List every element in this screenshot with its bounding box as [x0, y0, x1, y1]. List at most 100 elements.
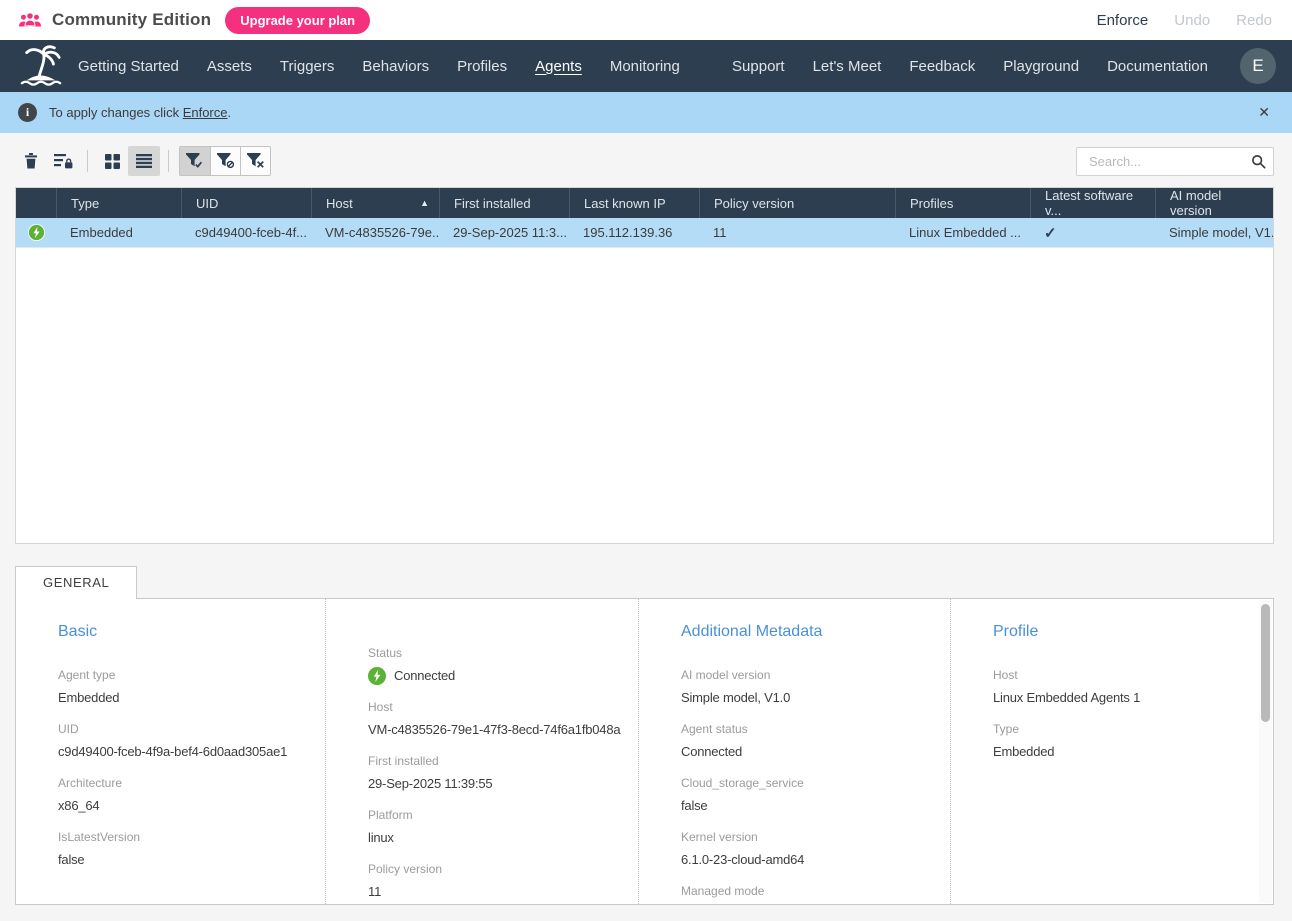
nav-item-lets-meet[interactable]: Let's Meet [813, 58, 882, 75]
field-value-profile-type: Embedded [993, 742, 1273, 761]
details-section-status: Status Connected HostVM-c4835526-79e1-47… [326, 599, 639, 904]
cell-profiles: Linux Embedded ... [895, 218, 1030, 247]
panel-scrollbar-thumb[interactable] [1261, 604, 1270, 722]
nav-item-getting-started[interactable]: Getting Started [78, 58, 179, 75]
upgrade-plan-button[interactable]: Upgrade your plan [225, 7, 370, 34]
field-value-uid: c9d49400-fceb-4f9a-bef4-6d0aad305ae1 [58, 742, 325, 761]
field-value-ai-model-version: Simple model, V1.0 [681, 688, 950, 707]
nav-item-assets[interactable]: Assets [207, 58, 252, 75]
banner-text-before: To apply changes click [49, 105, 183, 120]
trash-icon [24, 153, 38, 169]
nav-item-profiles[interactable]: Profiles [457, 58, 507, 75]
search-input[interactable] [1076, 147, 1274, 176]
edition-label: Community Edition [52, 10, 211, 30]
nav-item-behaviors[interactable]: Behaviors [362, 58, 429, 75]
funnel-check-icon [186, 153, 204, 169]
column-header-host[interactable]: Host ▲ [311, 188, 439, 218]
latest-software-check-icon: ✓ [1044, 224, 1057, 242]
field-label-architecture: Architecture [58, 775, 325, 791]
nav-item-agents[interactable]: Agents [535, 58, 582, 75]
nav-item-monitoring[interactable]: Monitoring [610, 58, 680, 75]
list-lock-icon [54, 153, 73, 169]
delete-button[interactable] [15, 146, 47, 176]
enforce-button[interactable]: Enforce [1097, 12, 1149, 29]
cell-last-known-ip: 195.112.139.36 [569, 218, 699, 247]
field-value-host: VM-c4835526-79e1-47f3-8ecd-74f6a1fb048a [368, 720, 638, 739]
sort-asc-icon: ▲ [420, 198, 429, 208]
cell-policy-version: 11 [699, 218, 895, 247]
nav-item-documentation[interactable]: Documentation [1107, 58, 1208, 75]
banner-enforce-link[interactable]: Enforce [183, 105, 228, 120]
banner-text-after: . [228, 105, 232, 120]
info-banner: i To apply changes click Enforce. ✕ [0, 92, 1292, 133]
toolbar-divider [87, 150, 88, 172]
field-label-profile-type: Type [993, 721, 1273, 737]
column-header-type[interactable]: Type [56, 188, 181, 218]
search-box [1076, 147, 1274, 176]
column-header-policy-version[interactable]: Policy version [699, 188, 895, 218]
grid-view-icon [105, 154, 120, 169]
field-value-profile-host: Linux Embedded Agents 1 [993, 688, 1273, 707]
filter-clear-button[interactable] [240, 147, 270, 175]
cell-uid: c9d49400-fceb-4f... [181, 218, 311, 247]
field-value-policy-version: 11 [368, 882, 638, 901]
field-value-kernel-version: 6.1.0-23-cloud-amd64 [681, 850, 950, 869]
filter-disable-button[interactable] [210, 147, 240, 175]
funnel-block-icon [217, 153, 235, 169]
field-label-cloud-storage-service: Cloud_storage_service [681, 775, 950, 791]
column-header-ai-model[interactable]: AI model version [1155, 188, 1273, 218]
agent-table-row[interactable]: Embedded c9d49400-fceb-4f... VM-c4835526… [16, 218, 1273, 248]
field-value-status: Connected [394, 666, 455, 685]
funnel-x-icon [247, 153, 265, 169]
filter-apply-button[interactable] [180, 147, 210, 175]
nav-item-support[interactable]: Support [732, 58, 785, 75]
column-header-profiles[interactable]: Profiles [895, 188, 1030, 218]
field-value-platform: linux [368, 828, 638, 847]
cell-ai-model-version: Simple model, V1.0 [1155, 218, 1273, 247]
tab-general[interactable]: GENERAL [15, 566, 137, 599]
info-icon: i [18, 103, 37, 122]
field-label-platform: Platform [368, 807, 638, 823]
section-title: Additional Metadata [681, 621, 950, 643]
user-avatar[interactable]: E [1240, 48, 1276, 84]
cell-type: Embedded [56, 218, 181, 247]
field-label-profile-host: Host [993, 667, 1273, 683]
details-section-profile: Profile HostLinux Embedded Agents 1 Type… [951, 599, 1273, 904]
nav-item-feedback[interactable]: Feedback [909, 58, 975, 75]
nav-item-triggers[interactable]: Triggers [280, 58, 334, 75]
field-label-agent-status: Agent status [681, 721, 950, 737]
details-section-additional-metadata: Additional Metadata AI model version Simp… [639, 599, 951, 904]
grid-view-button[interactable] [96, 146, 128, 176]
column-header-uid[interactable]: UID [181, 188, 311, 218]
export-lock-button[interactable] [47, 146, 79, 176]
details-section-basic: Basic Agent typeEmbedded UIDc9d49400-fce… [16, 599, 326, 904]
main-navbar: Getting Started Assets Triggers Behavior… [0, 40, 1292, 92]
column-header-last-known-ip[interactable]: Last known IP [569, 188, 699, 218]
redo-button[interactable]: Redo [1236, 12, 1272, 29]
status-column-header [16, 188, 56, 218]
field-value-agent-status: Connected [681, 742, 950, 761]
list-view-button[interactable] [128, 146, 160, 176]
field-value-first-installed: 29-Sep-2025 11:39:55 [368, 774, 638, 793]
agent-details-panel: Basic Agent typeEmbedded UIDc9d49400-fce… [15, 598, 1274, 905]
undo-button[interactable]: Undo [1174, 12, 1210, 29]
cell-host: VM-c4835526-79e... [311, 218, 439, 247]
column-header-latest-software[interactable]: Latest software v... [1030, 188, 1155, 218]
column-header-first-installed[interactable]: First installed [439, 188, 569, 218]
field-value-agent-type: Embedded [58, 688, 325, 707]
field-label-managed-mode: Managed mode [681, 883, 950, 899]
search-icon [1251, 154, 1266, 169]
field-label-agent-type: Agent type [58, 667, 325, 683]
field-label-uid: UID [58, 721, 325, 737]
panel-scrollbar [1259, 600, 1272, 903]
banner-close-icon[interactable]: ✕ [1256, 100, 1272, 125]
table-header-row: Type UID Host ▲ First installed Last kno… [16, 188, 1273, 218]
field-value-architecture: x86_64 [58, 796, 325, 815]
nav-item-playground[interactable]: Playground [1003, 58, 1079, 75]
search-submit-button[interactable] [1246, 150, 1270, 174]
field-label-policy-version: Policy version [368, 861, 638, 877]
field-label-ai-model-version: AI model version [681, 667, 950, 683]
details-tab-bar: GENERAL [15, 566, 1274, 598]
banner-message: To apply changes click Enforce. [49, 105, 231, 120]
column-header-host-label: Host [326, 196, 353, 211]
